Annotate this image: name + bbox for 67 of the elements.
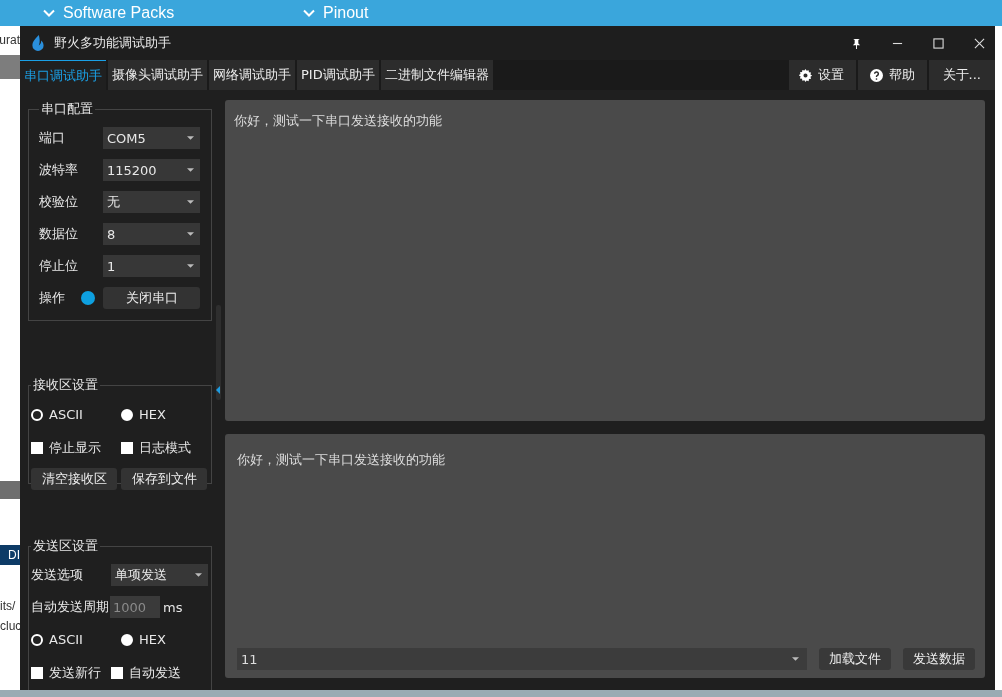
scrollbar[interactable] <box>215 305 221 400</box>
background-text: DI <box>0 545 20 565</box>
checkbox[interactable]: 发送新行 <box>31 663 111 682</box>
caret-icon <box>792 657 799 661</box>
checkbox[interactable]: 自动发送 <box>111 663 191 682</box>
dropdown[interactable]: 单项发送 <box>111 564 208 586</box>
tab[interactable]: 网络调试助手 <box>209 60 295 90</box>
checkbox[interactable]: 日志模式 <box>121 438 211 457</box>
background-panel <box>0 481 20 499</box>
group-title: 串口配置 <box>40 100 94 118</box>
field-label: 停止位 <box>39 257 79 275</box>
background-text: its/ <box>0 599 17 613</box>
field-label: 校验位 <box>39 193 79 211</box>
dropdown[interactable]: 无 <box>103 191 200 213</box>
action-button[interactable]: 清空接收区 <box>31 468 117 490</box>
radio-button[interactable]: ASCII <box>31 632 121 647</box>
about-button[interactable]: 关于... <box>928 60 995 90</box>
caret-icon <box>187 232 194 236</box>
tab[interactable]: 摄像头调试助手 <box>108 60 207 90</box>
field-label: 自动发送周期 <box>31 598 109 616</box>
unit-label: ms <box>163 599 183 615</box>
chevron-icon <box>303 9 315 17</box>
flame-icon <box>30 33 46 53</box>
caret-icon <box>187 200 194 204</box>
received-text: 你好，测试一下串口发送接收的功能 <box>234 113 442 128</box>
background-text: urat <box>0 33 20 47</box>
chevron-icon <box>43 9 55 17</box>
period-field[interactable]: 1000 <box>110 596 160 618</box>
help-icon <box>869 68 883 82</box>
caret-icon <box>187 264 194 268</box>
close-icon[interactable] <box>974 37 985 49</box>
action-button[interactable]: 加载文件 <box>819 648 891 670</box>
radio-button[interactable]: ASCII <box>31 407 121 422</box>
action-button[interactable]: 发送数据 <box>903 648 975 670</box>
caret-icon <box>187 136 194 140</box>
gear-icon <box>798 68 812 82</box>
field-label: 数据位 <box>39 225 79 243</box>
dropdown[interactable]: 115200 <box>103 159 200 181</box>
field-label: 端口 <box>39 129 66 147</box>
group-title: 发送区设置 <box>32 537 99 555</box>
action-button[interactable]: 保存到文件 <box>121 468 207 490</box>
collapse-arrow-icon[interactable] <box>216 386 220 394</box>
tab[interactable]: 二进制文件编辑器 <box>380 60 493 90</box>
dropdown[interactable]: 1 <box>103 255 200 277</box>
close-port-button[interactable]: 关闭串口 <box>103 287 200 309</box>
field-label: 操作 <box>39 289 66 307</box>
dropdown[interactable]: 8 <box>103 223 200 245</box>
receive-area[interactable]: 你好，测试一下串口发送接收的功能 <box>225 100 985 421</box>
checkbox[interactable]: 停止显示 <box>31 438 121 457</box>
tab[interactable]: 串口调试助手 <box>20 60 106 90</box>
help-button[interactable]: 帮助 <box>857 60 927 90</box>
group-title: 接收区设置 <box>32 376 99 394</box>
dropdown[interactable]: COM5 <box>103 127 200 149</box>
pin-icon[interactable] <box>851 37 862 49</box>
send-text: 你好，测试一下串口发送接收的功能 <box>237 451 446 469</box>
radio-button[interactable]: HEX <box>121 632 211 647</box>
field-label: 发送选项 <box>31 566 84 584</box>
tab[interactable]: PID调试助手 <box>297 60 379 90</box>
history-dropdown[interactable]: 11 <box>237 648 807 670</box>
send-area[interactable]: 你好，测试一下串口发送接收的功能 11 加载文件 发送数据 <box>225 434 985 678</box>
settings-button[interactable]: 设置 <box>788 60 856 90</box>
caret-icon <box>195 573 202 577</box>
caret-icon <box>187 168 194 172</box>
field-label: 波特率 <box>39 161 79 179</box>
window-title: 野火多功能调试助手 <box>54 34 171 52</box>
maximize-icon[interactable] <box>933 37 944 49</box>
radio-button[interactable]: HEX <box>121 407 211 422</box>
